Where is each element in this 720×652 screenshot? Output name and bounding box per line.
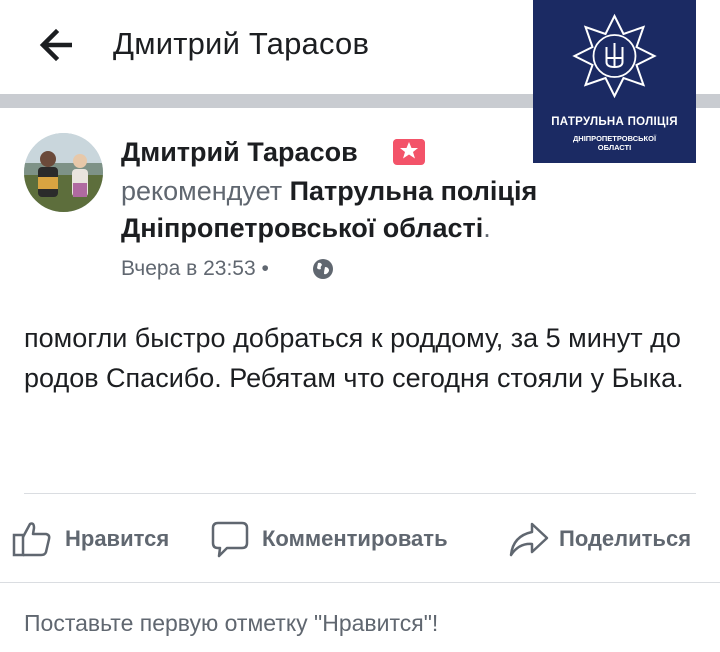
avatar-photo xyxy=(24,133,103,212)
meta-separator: • xyxy=(261,257,269,280)
comment-label: Комментировать xyxy=(262,526,448,551)
share-label: Поделиться xyxy=(559,526,692,551)
author-name[interactable]: Дмитрий Тарасов xyxy=(121,137,358,168)
recommends-verb: рекомендует xyxy=(121,176,283,206)
share-arrow-icon xyxy=(509,522,549,557)
badge-subtitle: ДНІПРОПЕТРОВСЬКОЇ ОБЛАСТІ xyxy=(572,134,657,152)
arrow-left-icon[interactable] xyxy=(38,28,74,62)
period: . xyxy=(483,213,491,243)
actions-divider-top xyxy=(24,493,696,494)
badge-title: ПАТРУЛЬНА ПОЛІЦІЯ xyxy=(551,116,678,128)
police-star-emblem-icon xyxy=(572,13,657,99)
avatar[interactable] xyxy=(24,133,103,212)
actions-divider-bottom xyxy=(0,582,720,583)
thumbs-up-icon xyxy=(12,522,51,557)
page-title: Дмитрий Тарасов xyxy=(113,26,370,61)
post-text: помогли быстро добраться к роддому, за 5… xyxy=(24,323,684,393)
timestamp[interactable]: Вчера в 23:53 xyxy=(121,257,256,280)
share-button[interactable]: Поделиться xyxy=(508,518,713,560)
comment-button[interactable]: Комментировать xyxy=(210,518,480,560)
like-label: Нравится xyxy=(65,526,170,551)
star-badge-icon xyxy=(393,139,425,165)
post-meta: Вчера в 23:53 • xyxy=(121,257,269,281)
police-logo-badge: ПАТРУЛЬНА ПОЛІЦІЯ ДНІПРОПЕТРОВСЬКОЇ ОБЛА… xyxy=(533,0,696,163)
globe-icon xyxy=(313,259,333,279)
comment-bubble-icon xyxy=(211,521,249,558)
first-like-prompt[interactable]: Поставьте первую отметку "Нравится"! xyxy=(24,610,438,637)
like-button[interactable]: Нравится xyxy=(12,518,187,560)
recommendation-line: рекомендует Патрульна поліція Дніпропетро… xyxy=(121,173,681,247)
